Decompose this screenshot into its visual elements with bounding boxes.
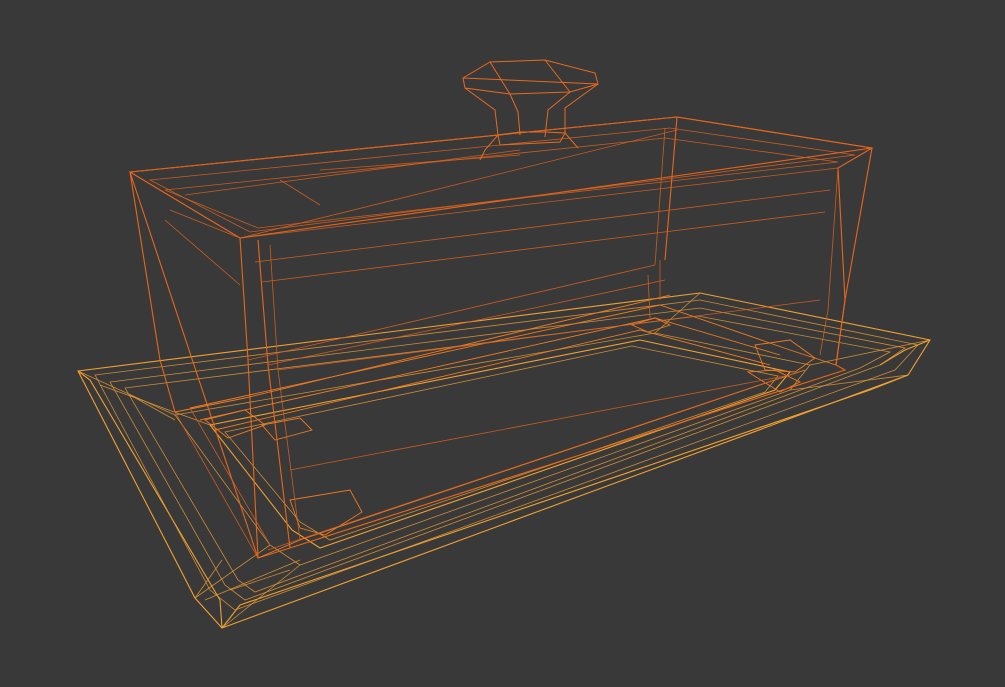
tray-wireframe: [77, 292, 931, 629]
3d-viewport[interactable]: [0, 0, 1005, 687]
wireframe-model: [77, 59, 931, 629]
lid-wireframe: [128, 116, 874, 559]
knob-wireframe: [462, 59, 599, 161]
